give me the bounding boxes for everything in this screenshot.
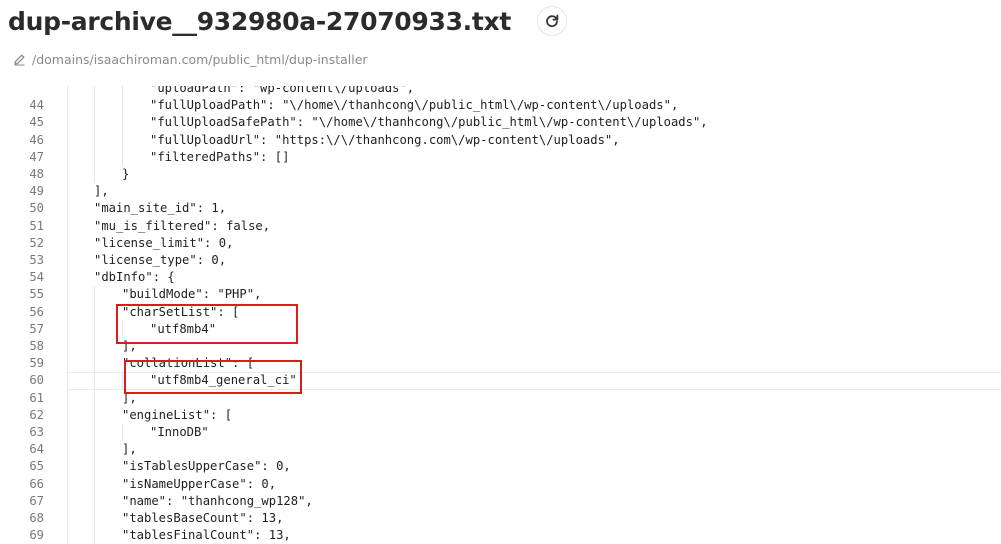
line-number: 44 [29,98,44,113]
line-number: 48 [29,167,44,181]
code-text: ], [122,390,137,405]
code-line[interactable]: 53 "license_type": 0, [0,252,1001,269]
line-number: 50 [29,201,44,216]
line-number: 46 [29,132,44,147]
code-line[interactable]: 67 "name": "thanhcong_wp128", [0,493,1001,510]
line-number: 45 [29,115,44,130]
code-line[interactable]: 60 "utf8mb4_general_ci" [29,372,1001,390]
code-line[interactable]: 59 "collationList": [ [0,355,1001,372]
code-text: "isNameUpperCase": 0, [122,476,277,491]
line-number: 65 [29,459,44,474]
code-line[interactable]: 50 "main_site_id": 1, [0,200,1001,217]
indent-guide [67,86,68,544]
file-path-row[interactable]: /domains/isaachiroman.com/public_html/du… [13,50,368,68]
line-number: 68 [29,511,44,525]
line-number: 53 [29,253,44,267]
line-number: 69 [29,528,44,543]
line-number: 62 [29,407,44,422]
code-text: "utf8mb4_general_ci" [150,373,297,388]
code-text: "mu_is_filtered": false, [94,218,271,233]
line-number: 51 [29,218,44,233]
code-text: ], [94,184,109,199]
code-line[interactable]: 46 "fullUploadUrl": "https:\/\/thanhcong.… [0,132,1001,149]
code-text: "tablesFinalCount": 13, [122,528,291,543]
line-number: 57 [29,321,44,336]
indent-guide [122,424,123,442]
code-line[interactable]: 63 "InnoDB" [0,424,1001,441]
file-path: /domains/isaachiroman.com/public_html/du… [32,51,368,67]
code-line[interactable]: 57 "utf8mb4" [0,321,1001,338]
code-line[interactable]: 64], [0,441,1001,458]
code-line[interactable]: 65 "isTablesUpperCase": 0, [0,458,1001,475]
code-line[interactable]: 45 "fullUploadSafePath": "\/home\/thanhco… [0,114,1001,131]
code-text: "license_type": 0, [94,253,227,267]
line-number: 61 [29,390,44,405]
line-number: 54 [29,270,44,285]
indent-guide [94,286,95,544]
indent-guide [122,372,123,390]
line-number: 63 [29,425,44,439]
code-line[interactable]: 62 "engineList": [ [0,407,1001,424]
line-number: 55 [29,287,44,302]
code-text: "fullUploadSafePath": "\/home\/thanhcong… [150,115,708,130]
line-number: 66 [29,476,44,491]
refresh-button[interactable] [537,6,568,36]
line-number: 52 [29,235,44,250]
code-line[interactable]: 49], [0,183,1001,200]
code-line[interactable]: 69 "tablesFinalCount": 13, [0,527,1001,544]
code-text: "utf8mb4" [150,321,217,336]
line-number: 67 [29,493,44,508]
code-text: "main_site_id": 1, [94,201,227,216]
indent-guide [94,86,95,184]
file-header: dup-archive__932980a-27070933.txt [8,0,568,42]
code-line[interactable]: 48} [0,166,1001,183]
code-line[interactable]: 47 "filteredPaths": [] [0,149,1001,166]
code-line[interactable]: 52 "license_limit": 0, [0,235,1001,252]
line-number: 60 [29,373,44,388]
code-text: "dbInfo": { [94,270,175,285]
code-line[interactable]: 55 "buildMode": "PHP", [0,286,1001,303]
code-text: "isTablesUpperCase": 0, [122,459,291,474]
code-line[interactable]: 66 "isNameUpperCase": 0, [0,476,1001,493]
code-line[interactable]: 68 "tablesBaseCount": 13, [0,510,1001,527]
code-line[interactable]: 58], [0,338,1001,355]
code-text: ], [122,442,137,457]
line-number: 47 [29,149,44,164]
line-number: 56 [29,304,44,319]
code-text: "filteredPaths": [] [150,149,290,164]
code-text: "license_limit": 0, [94,235,234,250]
code-text: "InnoDB" [150,425,209,439]
refresh-icon [546,14,559,28]
line-number: 64 [29,442,44,457]
code-line[interactable]: 51 "mu_is_filtered": false, [0,218,1001,235]
code-editor[interactable]: "uploadPath": "wp-content\/uploads", 44 "f… [0,86,1001,544]
pencil-icon[interactable] [13,53,26,66]
code-text: "buildMode": "PHP", [122,287,262,302]
code-text: "name": "thanhcong_wp128", [122,493,313,508]
code-text: ], [122,339,137,353]
code-text: "tablesBaseCount": 13, [122,511,284,525]
indent-guide [122,86,123,166]
code-text: } [122,167,130,181]
code-line[interactable]: 54 "dbInfo": { [0,269,1001,286]
code-line[interactable]: 61], [0,390,1001,407]
code-text: "fullUploadUrl": "https:\/\/thanhcong.co… [150,132,620,147]
code-text: "uploadPath": "wp-content\/uploads", [150,86,415,95]
file-title: dup-archive__932980a-27070933.txt [8,6,512,36]
code-line[interactable]: 44 "fullUploadPath": "\/home\/thanhcong\/… [0,97,1001,114]
line-number: 49 [29,184,44,199]
code-text: "collationList": [ [122,356,255,371]
indent-guide [122,320,123,338]
code-text: "fullUploadPath": "\/home\/thanhcong\/pu… [150,98,679,113]
line-number: 58 [29,339,44,353]
code-text: "charSetList": [ [122,304,240,319]
code-line[interactable]: "uploadPath": "wp-content\/uploads", [0,86,1001,97]
code-line[interactable]: 56 "charSetList": [ [0,304,1001,321]
code-text: "engineList": [ [122,407,233,422]
line-number: 59 [29,356,44,371]
